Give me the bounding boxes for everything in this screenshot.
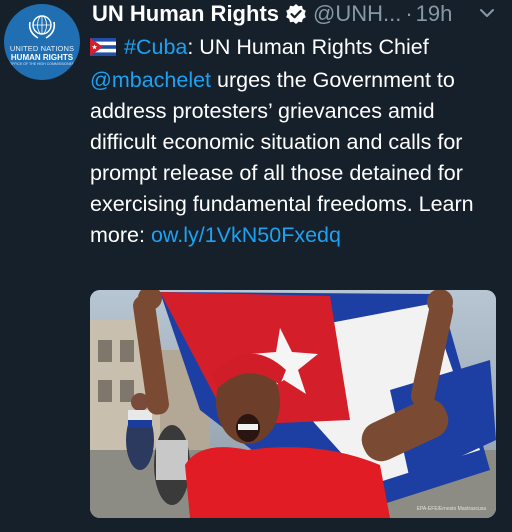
protest-photo-illustration (90, 290, 496, 518)
header-separator: · (405, 1, 413, 26)
mention-link[interactable]: @mbachelet (90, 68, 211, 92)
tweet-time[interactable]: 19h (416, 1, 453, 27)
tweet-text-part1: : UN Human Rights Chief (187, 35, 429, 59)
avatar-org-line2: HUMAN RIGHTS (10, 53, 74, 62)
avatar-org-line3: OFFICE OF THE HIGH COMMISSIONER (9, 62, 75, 66)
tweet-text-part2: urges the Government to address proteste… (90, 68, 474, 247)
hashtag-link[interactable]: #Cuba (124, 35, 187, 59)
tweet-text: #Cuba: UN Human Rights Chief @mbachelet u… (90, 32, 500, 251)
avatar-org-line1: UNITED NATIONS (9, 44, 75, 53)
verified-badge-icon (285, 3, 307, 25)
article-link[interactable]: ow.ly/1VkN50Fxedq (151, 223, 341, 247)
display-name[interactable]: UN Human Rights (92, 1, 279, 27)
account-handle[interactable]: @UNH... (313, 1, 401, 27)
photo-credit: EPA-EFE/Ernesto Mastrascusa (416, 506, 486, 512)
tweet-photo[interactable]: EPA-EFE/Ernesto Mastrascusa (90, 290, 496, 518)
un-emblem-icon (28, 15, 56, 39)
avatar[interactable]: UNITED NATIONS HUMAN RIGHTS OFFICE OF TH… (4, 4, 80, 80)
chevron-down-icon[interactable] (476, 2, 498, 29)
cuba-flag-icon (90, 34, 116, 65)
tweet-header: UN Human Rights @UNH... · 19h (92, 0, 512, 28)
